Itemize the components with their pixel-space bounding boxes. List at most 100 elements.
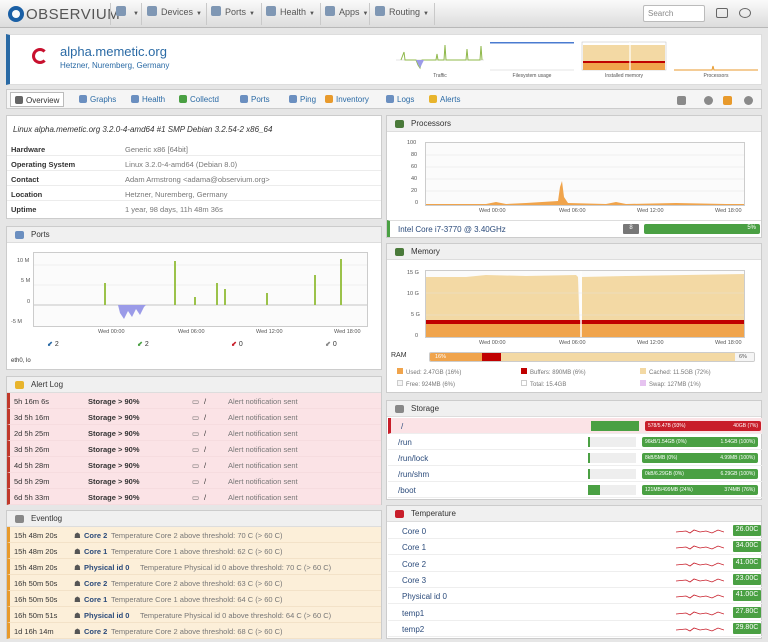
cpu-name: Intel Core i7-3770 @ 3.40GHz: [398, 225, 506, 234]
ram-usage-bar[interactable]: [429, 352, 755, 362]
nav-routing[interactable]: Routing ▼: [375, 6, 429, 17]
temperature-row[interactable]: temp1 27.80C: [388, 605, 762, 621]
tab-overview[interactable]: Overview: [10, 92, 65, 107]
traffic-sparkline-label: Traffic: [433, 73, 447, 79]
cpu-ytick: 60: [411, 164, 418, 170]
gear-icon[interactable]: [744, 96, 753, 105]
device-header: alpha.memetic.org Hetzner, Nuremberg, Ge…: [6, 34, 762, 85]
storage-usage-text: 121MB/499MB (24%): [645, 487, 693, 493]
memory-usage-graph[interactable]: [425, 270, 745, 338]
alert-log-title: Alert Log: [7, 377, 381, 393]
thermometer-icon: ☗: [74, 595, 81, 604]
monitor-icon[interactable]: [716, 8, 728, 18]
tab-inventory[interactable]: Inventory: [321, 92, 373, 107]
ping-icon: [289, 95, 297, 103]
tab-ping[interactable]: Ping: [285, 92, 320, 107]
screen-icon[interactable]: [677, 96, 686, 105]
alert-log-row[interactable]: 6d 5h 33m Storage > 90% ▭ / Alert notificati…: [7, 489, 381, 505]
chevron-down-icon: ▼: [423, 11, 429, 17]
temperature-row[interactable]: Core 1 34.00C: [388, 539, 762, 556]
eventlog-row[interactable]: 15h 48m 20s ☗ Physical id 0 Temperature Phy…: [7, 559, 381, 575]
traffic-sparkline[interactable]: [396, 40, 484, 72]
memory-sparkline[interactable]: [580, 40, 668, 72]
tab-logs[interactable]: Logs: [382, 92, 418, 107]
nav-apps[interactable]: Apps ▼: [325, 6, 368, 17]
temperature-row[interactable]: Core 2 41.00C: [388, 556, 762, 572]
storage-row[interactable]: /run/lock 8kB/5MB (0%) 4.99MB (100%): [388, 450, 762, 466]
event-entity: Physical id 0: [84, 611, 130, 620]
temperature-row[interactable]: Core 0 26.00C: [388, 523, 762, 539]
sensor-name: Core 1: [402, 543, 427, 553]
alert-log-row[interactable]: 3d 5h 16m Storage > 90% ▭ / Alert notificati…: [7, 409, 381, 425]
processor-usage-graph[interactable]: [425, 142, 745, 206]
observium-logo[interactable]: OBSERVIUM: [8, 5, 120, 23]
alert-log-row[interactable]: 2d 5h 25m Storage > 90% ▭ / Alert notificati…: [7, 425, 381, 441]
mem-xtick: Wed 12:00: [637, 340, 664, 346]
eventlog-row[interactable]: 15h 48m 20s ☗ Core 2 Temperature Core 2 abo…: [7, 527, 381, 543]
eventlog-row[interactable]: 16h 50m 50s ☗ Core 2 Temperature Core 2 abo…: [7, 575, 381, 591]
ports-traffic-graph[interactable]: [33, 252, 368, 327]
temperature-row[interactable]: Physical id 0 41.00C: [388, 588, 762, 605]
overview-row-os: Operating System Linux 3.2.0-4-amd64 (Deb…: [7, 157, 381, 171]
storage-bar-fill: [588, 437, 590, 447]
processor-sparkline[interactable]: [672, 40, 760, 72]
settings-icon[interactable]: [704, 96, 713, 105]
storage-row[interactable]: /run/shm 0kB/6.29GB (0%) 6.29GB (100%): [388, 466, 762, 482]
alert-time: 5d 5h 29m: [14, 477, 50, 486]
row-label: Hardware: [11, 145, 46, 154]
mem-legend-item: Buffers: 890MB (6%): [521, 368, 586, 376]
ports-up-count[interactable]: ⬋ 2: [47, 340, 59, 348]
globe-menu[interactable]: ▼: [116, 6, 139, 17]
cpu-row[interactable]: Intel Core i7-3770 @ 3.40GHz 8 5%: [387, 220, 761, 237]
alert-log-panel: Alert Log 5h 16m 6s Storage > 90% ▭ / Alert …: [6, 376, 382, 505]
alert-log-row[interactable]: 4d 5h 28m Storage > 90% ▭ / Alert notificati…: [7, 457, 381, 473]
eventlog-row[interactable]: 16h 50m 50s ☗ Core 1 Temperature Core 1 abo…: [7, 591, 381, 607]
ram-used-pct: 16%: [435, 354, 447, 360]
alert-log-row[interactable]: 5h 16m 6s Storage > 90% ▭ / Alert notificati…: [7, 393, 381, 409]
edit-icon[interactable]: [723, 96, 732, 105]
storage-usage-bar: [588, 469, 636, 479]
nav-devices[interactable]: Devices ▼: [147, 6, 202, 17]
eventlog-row[interactable]: 16h 50m 51s ☗ Physical id 0 Temperature Phy…: [7, 607, 381, 623]
storage-row[interactable]: /run 96kB/1.54GB (0%) 1.54GB (100%): [388, 434, 762, 450]
alert-path: /: [204, 445, 207, 454]
storage-free-text: 374MB (76%): [724, 487, 755, 493]
temperature-row[interactable]: Core 3 23.00C: [388, 572, 762, 588]
device-hostname[interactable]: alpha.memetic.org: [60, 44, 167, 59]
search-input[interactable]: Search: [643, 5, 705, 22]
ports-down-count[interactable]: ⬋ 0: [231, 340, 243, 348]
storage-mount: /: [401, 422, 404, 431]
apps-icon: [325, 6, 335, 16]
storage-detail-bar: 121MB/499MB (24%) 374MB (76%): [642, 485, 758, 495]
network-icon: [15, 231, 24, 239]
storage-row[interactable]: /boot 121MB/499MB (24%) 374MB (76%): [388, 482, 762, 498]
storage-row[interactable]: / 578/5.47B (93%) 40GB (7%): [388, 418, 762, 434]
sensor-sparkline: [676, 529, 724, 534]
filesystem-sparkline[interactable]: [488, 40, 576, 72]
nav-health[interactable]: Health ▼: [266, 6, 315, 17]
event-msg: Temperature Core 1 above threshold: 64 C…: [111, 595, 283, 604]
ports-count-down: 0: [238, 341, 243, 348]
eventlog-row[interactable]: 15h 48m 20s ☗ Core 1 Temperature Core 1 abo…: [7, 543, 381, 559]
gear-icon[interactable]: [739, 8, 751, 18]
tab-alerts[interactable]: Alerts: [425, 92, 464, 107]
storage-detail-bar: 8kB/5MB (0%) 4.99MB (100%): [642, 453, 758, 463]
tab-collectd[interactable]: Collectd: [175, 92, 223, 107]
tab-health[interactable]: Health: [127, 92, 169, 107]
ports-list[interactable]: eth0, lo: [11, 358, 31, 364]
legend-text: Swap: 127MB (1%): [649, 382, 701, 388]
nav-divider: [369, 3, 370, 25]
storage-title: Storage: [387, 401, 761, 417]
ports-active-count[interactable]: ⬋ 2: [137, 340, 149, 348]
alert-icon: [429, 95, 437, 103]
nav-ports[interactable]: Ports ▼: [211, 6, 255, 17]
alert-log-row[interactable]: 5d 5h 29m Storage > 90% ▭ / Alert notificati…: [7, 473, 381, 489]
tab-graphs[interactable]: Graphs: [75, 92, 120, 107]
temperature-row[interactable]: temp2 29.80C: [388, 621, 762, 637]
tab-ports[interactable]: Ports: [236, 92, 274, 107]
alert-log-row[interactable]: 3d 5h 26m Storage > 90% ▭ / Alert notificati…: [7, 441, 381, 457]
ports-disabled-count[interactable]: ⬋ 0: [325, 340, 337, 348]
processors-title-text: Processors: [411, 119, 452, 128]
eventlog-row[interactable]: 1d 16h 14m ☗ Core 2 Temperature Core 2 abov…: [7, 623, 381, 639]
row-label: Uptime: [11, 205, 37, 214]
